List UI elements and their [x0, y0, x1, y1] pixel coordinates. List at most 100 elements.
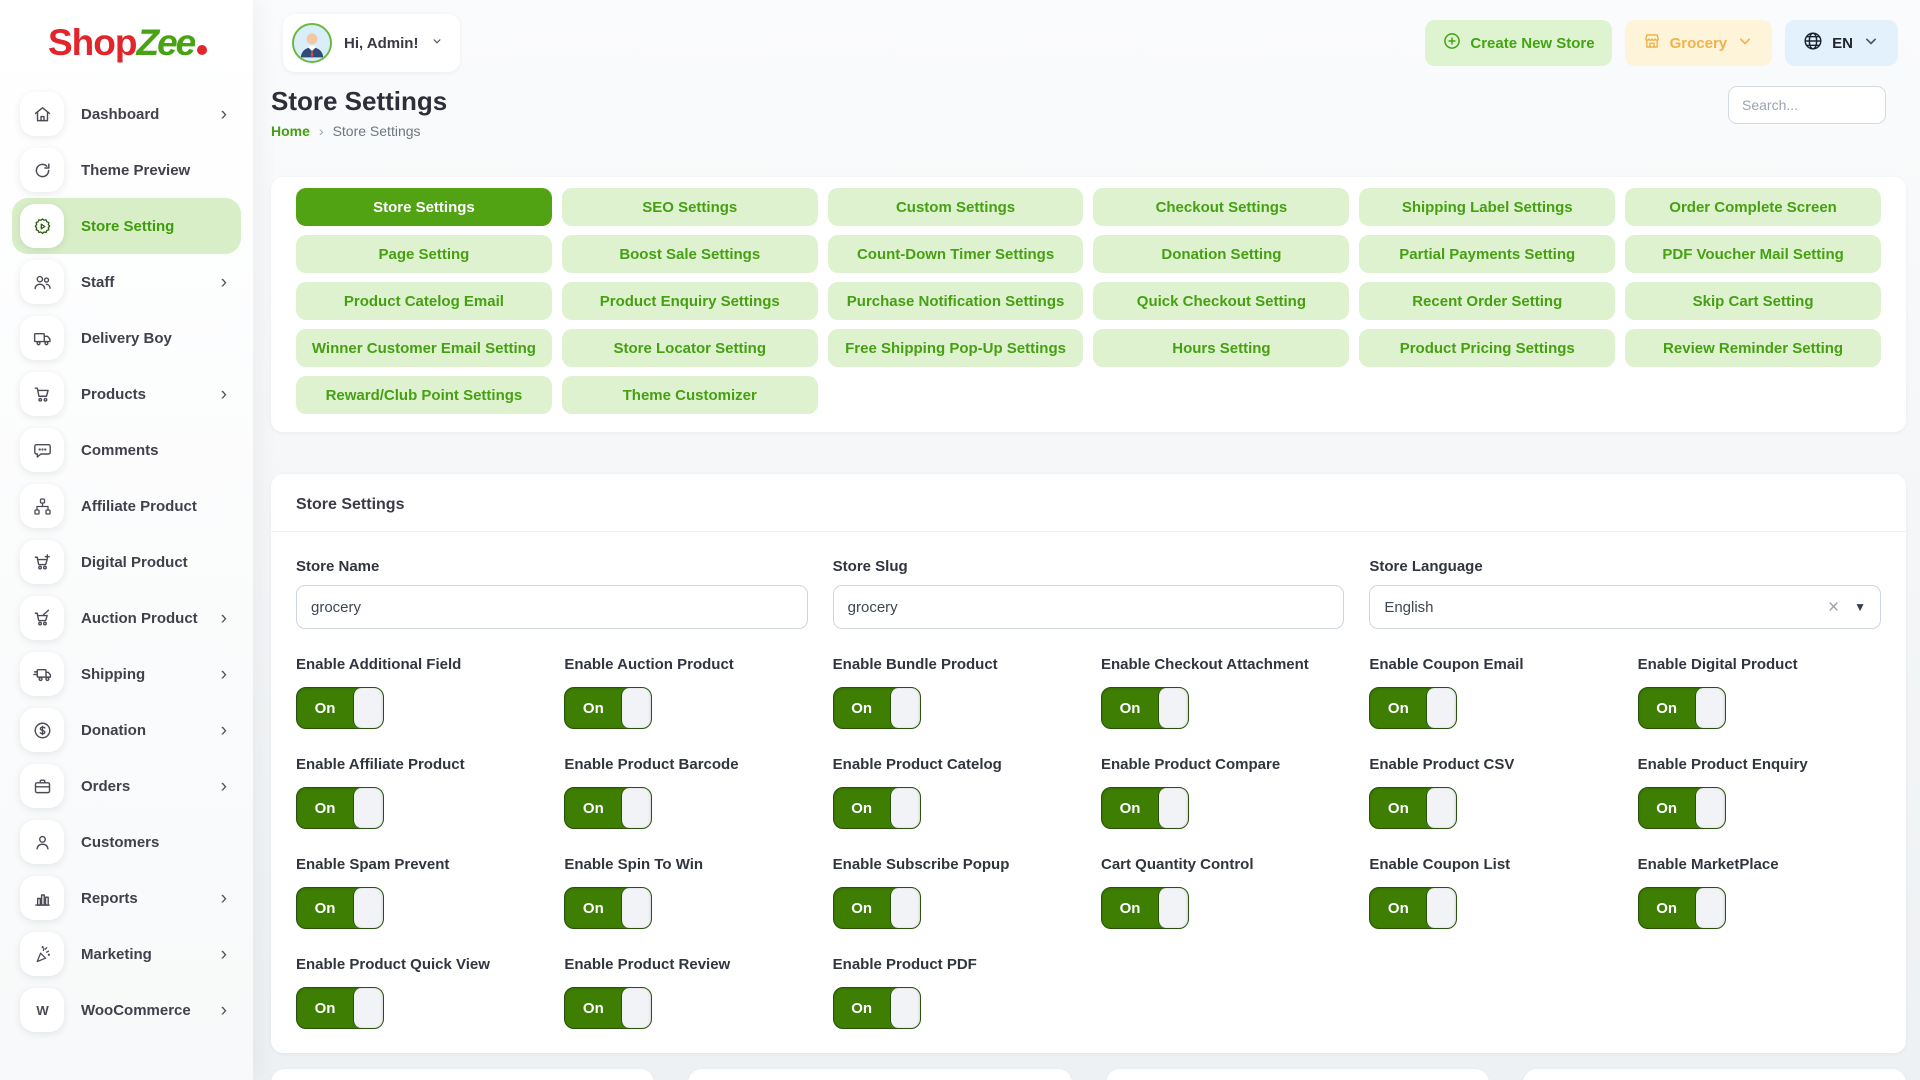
toggle-switch[interactable]: On — [833, 687, 921, 729]
sidebar-icon-box — [20, 876, 64, 920]
toggle-switch[interactable]: On — [833, 887, 921, 929]
sidebar-item-label: Comments — [81, 442, 159, 459]
plus-circle-icon — [1442, 31, 1462, 55]
toggle-switch[interactable]: On — [296, 787, 384, 829]
settings-nav-pill-page-setting[interactable]: Page Setting — [296, 235, 552, 273]
sidebar-icon-box — [20, 932, 64, 976]
sidebar-item-digital-product[interactable]: Digital Product — [12, 534, 241, 590]
logo-dot — [197, 45, 207, 55]
toggle-switch[interactable]: On — [564, 687, 652, 729]
chevron-right-icon: › — [221, 105, 233, 124]
sidebar-icon-box — [20, 484, 64, 528]
settings-nav-pill-boost-sale-settings[interactable]: Boost Sale Settings — [562, 235, 818, 273]
toggle-switch[interactable]: On — [1369, 687, 1457, 729]
chevron-down-icon — [1735, 31, 1755, 55]
sidebar-item-staff[interactable]: Staff › — [12, 254, 241, 310]
store-slug-input[interactable] — [833, 585, 1345, 629]
language-selector-dropdown[interactable]: EN — [1785, 20, 1898, 66]
toggle-switch[interactable]: On — [1638, 887, 1726, 929]
toggle-switch[interactable]: On — [1101, 887, 1189, 929]
toggle-switch[interactable]: On — [296, 687, 384, 729]
sidebar-item-auction-product[interactable]: Auction Product › — [12, 590, 241, 646]
sidebar-item-label: Digital Product — [81, 554, 188, 571]
sidebar-item-reports[interactable]: Reports › — [12, 870, 241, 926]
settings-nav-pill-reward-club-point-settings[interactable]: Reward/Club Point Settings — [296, 376, 552, 414]
toggle-knob — [1158, 688, 1188, 728]
sidebar-item-shipping[interactable]: Shipping › — [12, 646, 241, 702]
settings-nav-pill-theme-customizer[interactable]: Theme Customizer — [562, 376, 818, 414]
sidebar-icon-box — [20, 428, 64, 472]
store-name-input[interactable] — [296, 585, 808, 629]
settings-nav-pill-seo-settings[interactable]: SEO Settings — [562, 188, 818, 226]
sidebar-item-woocommerce[interactable]: W WooCommerce › — [12, 982, 241, 1038]
settings-nav-pill-review-reminder-setting[interactable]: Review Reminder Setting — [1625, 329, 1881, 367]
settings-nav-pill-product-catelog-email[interactable]: Product Catelog Email — [296, 282, 552, 320]
toggle-switch[interactable]: On — [1638, 687, 1726, 729]
toggle-switch[interactable]: On — [564, 887, 652, 929]
toggle-switch[interactable]: On — [1369, 887, 1457, 929]
toggle-enable-bundle-product: Enable Bundle Product On — [833, 656, 1076, 729]
sidebar-item-store-setting[interactable]: Store Setting — [12, 198, 241, 254]
sidebar-item-donation[interactable]: Donation › — [12, 702, 241, 758]
toggle-label: Enable Affiliate Product — [296, 756, 539, 773]
sidebar-item-dashboard[interactable]: Dashboard › — [12, 86, 241, 142]
sidebar-item-products[interactable]: Products › — [12, 366, 241, 422]
settings-nav-pill-product-enquiry-settings[interactable]: Product Enquiry Settings — [562, 282, 818, 320]
settings-nav-pill-free-shipping-pop-up-settings[interactable]: Free Shipping Pop-Up Settings — [828, 329, 1084, 367]
toggle-switch[interactable]: On — [1101, 687, 1189, 729]
sidebar-item-comments[interactable]: Comments — [12, 422, 241, 478]
settings-nav-pill-purchase-notification-settings[interactable]: Purchase Notification Settings — [828, 282, 1084, 320]
user-menu[interactable]: Hi, Admin! — [283, 14, 460, 72]
settings-nav-pill-checkout-settings[interactable]: Checkout Settings — [1093, 188, 1349, 226]
settings-nav-pill-count-down-timer-settings[interactable]: Count-Down Timer Settings — [828, 235, 1084, 273]
sidebar-item-customers[interactable]: Customers — [12, 814, 241, 870]
bottom-card-preview — [1106, 1069, 1489, 1080]
settings-nav-pill-recent-order-setting[interactable]: Recent Order Setting — [1359, 282, 1615, 320]
toggles-grid: Enable Additional Field On Enable Auctio… — [296, 656, 1881, 1029]
sidebar-icon-box — [20, 764, 64, 808]
settings-nav-pill-custom-settings[interactable]: Custom Settings — [828, 188, 1084, 226]
store-language-select[interactable]: English × ▼ — [1369, 585, 1881, 629]
chevron-right-icon: › — [221, 273, 233, 292]
search-input[interactable] — [1728, 86, 1886, 124]
settings-nav-pill-store-locator-setting[interactable]: Store Locator Setting — [562, 329, 818, 367]
toggle-switch[interactable]: On — [1369, 787, 1457, 829]
settings-nav-pill-winner-customer-email-setting[interactable]: Winner Customer Email Setting — [296, 329, 552, 367]
sidebar-item-orders[interactable]: Orders › — [12, 758, 241, 814]
toggle-switch[interactable]: On — [1101, 787, 1189, 829]
sidebar-item-delivery-boy[interactable]: Delivery Boy — [12, 310, 241, 366]
toggle-state: On — [834, 688, 890, 728]
toggle-label: Enable Product Quick View — [296, 956, 539, 973]
topbar-actions: Create New Store Grocery EN — [1425, 20, 1898, 66]
settings-nav-pill-donation-setting[interactable]: Donation Setting — [1093, 235, 1349, 273]
toggle-enable-additional-field: Enable Additional Field On — [296, 656, 539, 729]
sidebar-item-affiliate-product[interactable]: Affiliate Product — [12, 478, 241, 534]
sidebar-item-label: Theme Preview — [81, 162, 190, 179]
settings-nav-pill-partial-payments-setting[interactable]: Partial Payments Setting — [1359, 235, 1615, 273]
clear-icon[interactable]: × — [1828, 598, 1839, 617]
sidebar-item-theme-preview[interactable]: Theme Preview — [12, 142, 241, 198]
create-new-store-label: Create New Store — [1470, 35, 1594, 52]
toggle-switch[interactable]: On — [833, 987, 921, 1029]
settings-nav-pill-quick-checkout-setting[interactable]: Quick Checkout Setting — [1093, 282, 1349, 320]
breadcrumb-home-link[interactable]: Home — [271, 123, 310, 139]
toggle-switch[interactable]: On — [1638, 787, 1726, 829]
toggle-switch[interactable]: On — [564, 787, 652, 829]
toggle-switch[interactable]: On — [296, 887, 384, 929]
sidebar-item-marketing[interactable]: Marketing › — [12, 926, 241, 982]
settings-nav-pill-shipping-label-settings[interactable]: Shipping Label Settings — [1359, 188, 1615, 226]
settings-nav-pill-skip-cart-setting[interactable]: Skip Cart Setting — [1625, 282, 1881, 320]
settings-nav-pill-pdf-voucher-mail-setting[interactable]: PDF Voucher Mail Setting — [1625, 235, 1881, 273]
create-new-store-button[interactable]: Create New Store — [1425, 20, 1611, 66]
store-selector-label: Grocery — [1670, 35, 1728, 52]
topbar: Hi, Admin! Create New Store Grocery — [253, 0, 1920, 72]
toggle-switch[interactable]: On — [564, 987, 652, 1029]
toggle-label: Enable Product Review — [564, 956, 807, 973]
store-selector-dropdown[interactable]: Grocery — [1625, 20, 1773, 66]
settings-nav-pill-product-pricing-settings[interactable]: Product Pricing Settings — [1359, 329, 1615, 367]
settings-nav-pill-store-settings[interactable]: Store Settings — [296, 188, 552, 226]
toggle-switch[interactable]: On — [296, 987, 384, 1029]
settings-nav-pill-hours-setting[interactable]: Hours Setting — [1093, 329, 1349, 367]
toggle-switch[interactable]: On — [833, 787, 921, 829]
settings-nav-pill-order-complete-screen[interactable]: Order Complete Screen — [1625, 188, 1881, 226]
